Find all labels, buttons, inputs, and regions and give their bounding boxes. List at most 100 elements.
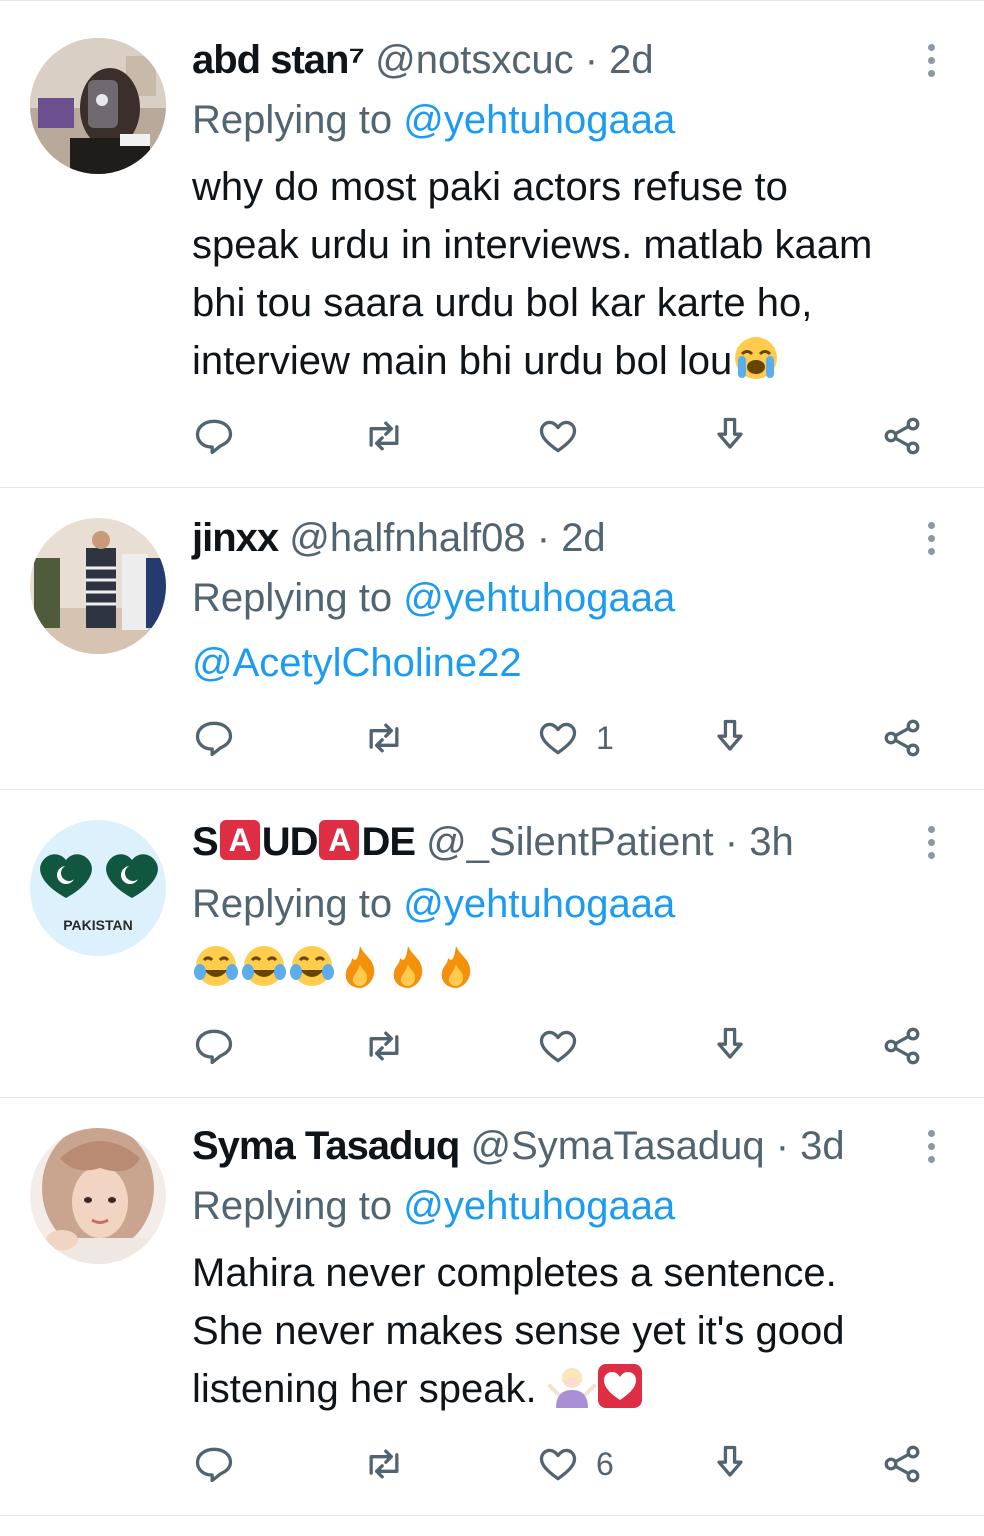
reply-icon (195, 1447, 233, 1483)
tweet-text-line: She never makes sense yet it's good (192, 1309, 845, 1353)
tweet-card[interactable]: Syma Tasaduq @SymaTasaduq · 3d Replying … (0, 1098, 984, 1516)
avatar[interactable] (30, 38, 166, 174)
display-name[interactable]: jinxx (192, 516, 279, 560)
avatar[interactable] (30, 518, 166, 654)
like-icon (539, 1030, 577, 1063)
download-icon (717, 417, 743, 449)
separator-dot: · (584, 38, 599, 82)
like-icon (539, 420, 577, 453)
tweet-header: S A UD A DE @_SilentPatient · 3h (192, 814, 904, 870)
tweet-header: abd stan⁷ @notsxcuc · 2d (192, 32, 904, 88)
more-icon[interactable] (928, 44, 940, 83)
download-button[interactable] (708, 1434, 752, 1494)
timestamp[interactable]: 3d (800, 1124, 845, 1168)
tweet-card[interactable]: jinxx @halfnhalf08 · 2d Replying to @yeh… (0, 488, 984, 790)
reply-button[interactable] (192, 1016, 236, 1076)
avatar[interactable] (30, 1128, 166, 1264)
reply-button[interactable] (192, 708, 236, 768)
fire-icon (384, 942, 432, 990)
mention-link[interactable]: @yehtuhogaaa (403, 576, 675, 620)
retweet-button[interactable] (362, 1016, 406, 1076)
action-bar: 1 (0, 708, 984, 768)
avatar-label: PAKISTAN (63, 917, 132, 933)
more-icon[interactable] (928, 522, 940, 561)
retweet-button[interactable] (362, 1434, 406, 1494)
tears-of-joy-icon (192, 942, 240, 990)
tweet-card[interactable]: abd stan⁷ @notsxcuc · 2d Replying to @ye… (0, 8, 984, 488)
tweet-text-line: speak urdu in interviews. matlab kaam (192, 223, 873, 267)
mention-link[interactable]: @yehtuhogaaa (403, 882, 675, 926)
like-count: 6 (596, 1445, 614, 1482)
retweet-icon (369, 1031, 399, 1061)
separator-dot: · (724, 820, 739, 864)
replying-prefix: Replying to (192, 1184, 393, 1228)
tweet-text: Mahira never completes a sentence. She n… (192, 1244, 944, 1418)
user-handle[interactable]: @notsxcuc (375, 38, 573, 82)
user-handle[interactable]: @halfnhalf08 (289, 516, 525, 560)
user-handle[interactable]: @_SilentPatient (426, 820, 713, 864)
retweet-icon (369, 1449, 399, 1479)
timestamp[interactable]: 2d (561, 516, 606, 560)
share-button[interactable] (880, 1434, 924, 1494)
display-name[interactable]: S A UD A DE (192, 820, 416, 864)
share-button[interactable] (880, 708, 924, 768)
display-name[interactable]: abd stan⁷ (192, 38, 365, 82)
tweet-text (192, 940, 944, 998)
download-icon (717, 719, 743, 751)
like-button[interactable]: 6 (536, 1434, 614, 1494)
download-icon (717, 1445, 743, 1477)
share-icon (884, 719, 920, 757)
timestamp[interactable]: 2d (609, 38, 654, 82)
replying-to: Replying to @yehtuhogaaa (192, 92, 675, 148)
share-icon (884, 417, 920, 455)
tweet-text-line: listening her speak. (192, 1360, 944, 1418)
download-button[interactable] (708, 406, 752, 466)
replying-prefix: Replying to (192, 576, 393, 620)
separator-dot: · (536, 516, 551, 560)
tweet-text-line: interview main bhi urdu bol lou (192, 332, 944, 390)
avatar[interactable]: PAKISTAN (30, 820, 166, 956)
tears-of-joy-icon (240, 942, 288, 990)
mention-link[interactable]: @yehtuhogaaa (403, 1184, 675, 1228)
like-count: 1 (596, 719, 614, 756)
like-button[interactable]: 1 (536, 708, 614, 768)
share-button[interactable] (880, 1016, 924, 1076)
share-button[interactable] (880, 406, 924, 466)
replying-prefix: Replying to (192, 882, 393, 926)
reply-button[interactable] (192, 1434, 236, 1494)
action-bar (0, 1016, 984, 1076)
download-button[interactable] (708, 1016, 752, 1076)
mention-link[interactable]: @yehtuhogaaa (403, 98, 675, 142)
tweet-text-line: bhi tou saara urdu bol kar karte ho, (192, 281, 813, 325)
replying-to: Replying to @yehtuhogaaa (192, 570, 675, 626)
tweet-card[interactable]: PAKISTAN S A UD A DE @_SilentPatient · 3h Re… (0, 790, 984, 1098)
mention-link[interactable]: @AcetylCholine22 (192, 641, 522, 685)
action-bar (0, 406, 984, 466)
timestamp[interactable]: 3h (749, 820, 794, 864)
retweet-button[interactable] (362, 708, 406, 768)
person-shrugging-icon (547, 1362, 596, 1410)
more-icon[interactable] (928, 1130, 940, 1169)
reply-icon (195, 1029, 233, 1065)
download-icon (717, 1027, 743, 1059)
user-handle[interactable]: @SymaTasaduq (470, 1124, 764, 1168)
like-icon (539, 1448, 577, 1481)
retweet-icon (369, 723, 399, 753)
like-button[interactable] (536, 1016, 596, 1076)
reply-icon (195, 721, 233, 757)
tweet-header: Syma Tasaduq @SymaTasaduq · 3d (192, 1118, 904, 1174)
fire-icon (432, 942, 480, 990)
display-name[interactable]: Syma Tasaduq (192, 1124, 460, 1168)
share-icon (884, 1027, 920, 1065)
tweet-header: jinxx @halfnhalf08 · 2d (192, 510, 904, 566)
replying-prefix: Replying to (192, 98, 393, 142)
loudly-crying-face-icon (732, 334, 780, 382)
like-button[interactable] (536, 406, 596, 466)
heart-icon (596, 1362, 644, 1410)
tweet-text-line: why do most paki actors refuse to (192, 165, 788, 209)
reply-button[interactable] (192, 406, 236, 466)
tweet-text-line: Mahira never completes a sentence. (192, 1251, 837, 1295)
more-icon[interactable] (928, 826, 940, 865)
download-button[interactable] (708, 708, 752, 768)
retweet-button[interactable] (362, 406, 406, 466)
